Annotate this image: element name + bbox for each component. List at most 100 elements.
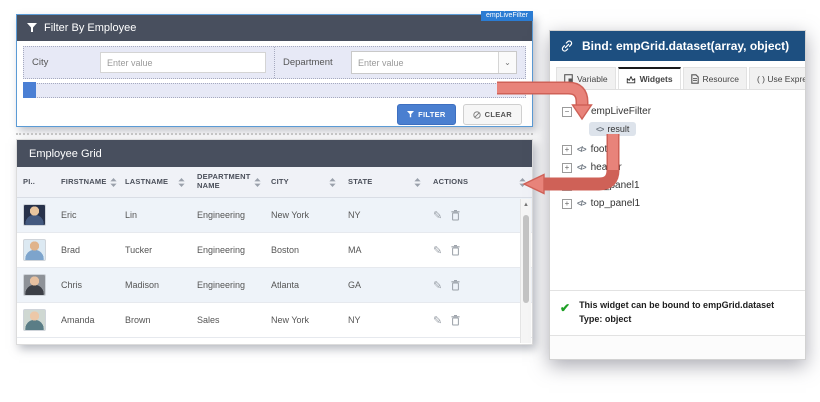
- column-header-label: FIRSTNAME: [61, 178, 107, 187]
- table-row[interactable]: Amanda Brown Sales New York NY ✎: [17, 303, 532, 338]
- department-select[interactable]: Enter value ⌄: [351, 51, 517, 74]
- table-row[interactable]: Eric Lin Engineering New York NY ✎: [17, 198, 532, 233]
- tree-item-label: footer: [591, 144, 617, 155]
- edit-icon[interactable]: ✎: [433, 314, 442, 327]
- chevron-down-icon[interactable]: ⌄: [498, 52, 516, 73]
- edit-icon[interactable]: ✎: [433, 244, 442, 257]
- tree-item-emplivefilter[interactable]: − empLiveFilter: [562, 106, 793, 117]
- sort-icon[interactable]: [254, 178, 261, 187]
- column-header[interactable]: LASTNAME: [119, 167, 191, 197]
- delete-icon[interactable]: [451, 210, 460, 221]
- bind-dialog-header: Bind: empGrid.dataset(array, object): [550, 31, 805, 61]
- table-row[interactable]: Chris Madison Engineering Atlanta GA ✎: [17, 268, 532, 303]
- tree-item[interactable]: + </> top_panel1: [562, 198, 793, 209]
- bind-dialog-tabs: Variable Widgets Resource ( ) Use Expres…: [550, 61, 805, 90]
- delete-icon[interactable]: [451, 280, 460, 291]
- tree-item-label: top_panel1: [591, 198, 641, 209]
- city-label: City: [32, 57, 90, 68]
- column-header-label: PI..: [23, 178, 35, 187]
- sort-icon[interactable]: [110, 178, 117, 187]
- column-header-label: LASTNAME: [125, 178, 168, 187]
- vertical-scrollbar[interactable]: ▲: [520, 199, 531, 343]
- column-header[interactable]: FIRSTNAME: [55, 167, 119, 197]
- column-header-label: CITY: [271, 178, 289, 187]
- expand-icon[interactable]: +: [562, 199, 572, 209]
- tab-resource[interactable]: Resource: [683, 67, 747, 89]
- cell-lastname: Brown: [119, 315, 191, 325]
- cell-lastname: Lin: [119, 210, 191, 220]
- column-header[interactable]: PI..: [17, 167, 55, 197]
- filter-panel-header: Filter By Employee: [17, 15, 532, 41]
- code-icon: </>: [577, 199, 586, 208]
- grid-title: Employee Grid: [17, 140, 532, 167]
- selection-handle[interactable]: [23, 82, 36, 98]
- bind-status-message: ✔ This widget can be bound to empGrid.da…: [550, 290, 805, 335]
- bind-message-line1: This widget can be bound to empGrid.data…: [579, 300, 774, 310]
- grid-container: Employee Grid PI.. FIRSTNAME: [16, 133, 533, 345]
- grid-body: Eric Lin Engineering New York NY ✎: [17, 198, 532, 338]
- delete-icon[interactable]: [451, 315, 460, 326]
- employee-photo: [23, 309, 46, 331]
- scrollbar-thumb[interactable]: [523, 215, 529, 303]
- filter-buttons-row: FILTER CLEAR: [17, 98, 532, 131]
- sort-icon[interactable]: [414, 178, 421, 187]
- bind-message-line2: Type: object: [579, 314, 631, 324]
- employee-grid-panel: Employee Grid PI.. FIRSTNAME: [16, 139, 533, 345]
- department-select-value: Enter value: [352, 58, 498, 68]
- tab-variable[interactable]: Variable: [556, 67, 616, 89]
- bind-dialog: Bind: empGrid.dataset(array, object) Var…: [549, 30, 806, 360]
- cell-firstname: Amanda: [55, 315, 119, 325]
- edit-icon[interactable]: ✎: [433, 209, 442, 222]
- table-row[interactable]: Brad Tucker Engineering Boston MA ✎: [17, 233, 532, 268]
- cell-department: Sales: [191, 315, 265, 325]
- city-input[interactable]: [100, 52, 266, 73]
- column-header-label: ACTIONS: [433, 178, 468, 187]
- delete-icon[interactable]: [451, 245, 460, 256]
- sort-icon[interactable]: [519, 178, 526, 187]
- expand-icon[interactable]: +: [562, 181, 572, 191]
- sort-icon[interactable]: [329, 178, 336, 187]
- clear-button[interactable]: CLEAR: [463, 104, 522, 125]
- widget-name-badge: empLiveFilter: [481, 11, 533, 21]
- cell-state: NY: [342, 315, 427, 325]
- tree-item-label: left_panel1: [591, 180, 640, 191]
- collapse-icon[interactable]: −: [562, 107, 572, 117]
- cell-state: MA: [342, 245, 427, 255]
- widgets-tree: − empLiveFilter <> result + </> footer +: [550, 90, 805, 290]
- bind-dialog-title: Bind: empGrid.dataset(array, object): [582, 39, 789, 53]
- empty-form-row[interactable]: [23, 83, 526, 98]
- scroll-up-icon[interactable]: ▲: [521, 199, 531, 208]
- cell-city: New York: [265, 315, 342, 325]
- expand-icon[interactable]: +: [562, 163, 572, 173]
- code-icon: </>: [577, 145, 586, 154]
- tree-result-row: <> result: [589, 122, 793, 136]
- filter-button[interactable]: FILTER: [397, 104, 456, 125]
- tab-use-expression[interactable]: ( ) Use Expression: [749, 67, 805, 89]
- column-header[interactable]: ACTIONS: [427, 167, 532, 197]
- tree-item-result[interactable]: <> result: [589, 122, 636, 136]
- column-header[interactable]: CITY: [265, 167, 342, 197]
- column-header[interactable]: STATE: [342, 167, 427, 197]
- tree-item[interactable]: + </> left_panel1: [562, 180, 793, 191]
- expand-icon[interactable]: +: [562, 145, 572, 155]
- tree-item[interactable]: + </> header: [562, 162, 793, 173]
- cell-state: GA: [342, 280, 427, 290]
- edit-icon[interactable]: ✎: [433, 279, 442, 292]
- clear-button-label: CLEAR: [485, 110, 512, 119]
- department-label: Department: [283, 57, 341, 68]
- cell-city: Boston: [265, 245, 342, 255]
- cell-department: Engineering: [191, 280, 265, 290]
- cell-city: Atlanta: [265, 280, 342, 290]
- funnel-icon: [27, 23, 37, 33]
- grid-header-row: PI.. FIRSTNAME LASTNAME: [17, 167, 532, 198]
- tab-widgets[interactable]: Widgets: [618, 67, 681, 89]
- code-icon: </>: [577, 163, 586, 172]
- sort-icon[interactable]: [178, 178, 185, 187]
- employee-photo: [23, 274, 46, 296]
- tree-item-label: header: [591, 162, 622, 173]
- column-header[interactable]: DEPARTMENT NAME: [191, 167, 265, 197]
- tree-item[interactable]: + </> footer: [562, 144, 793, 155]
- funnel-icon: [577, 107, 586, 116]
- check-icon: ✔: [560, 299, 570, 326]
- variable-icon: [564, 74, 573, 83]
